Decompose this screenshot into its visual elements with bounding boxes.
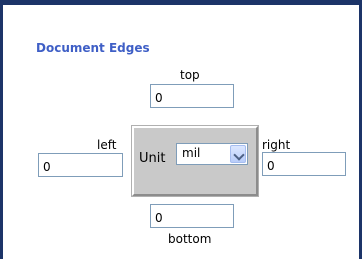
dropdown-button[interactable]: [230, 145, 246, 163]
unit-select[interactable]: mil: [176, 143, 248, 165]
right-label: right: [262, 138, 291, 152]
left-label: left: [97, 138, 117, 152]
left-field[interactable]: [38, 153, 123, 177]
top-label: top: [180, 68, 200, 82]
unit-label: Unit: [139, 151, 166, 166]
chevron-down-icon: [233, 149, 245, 161]
top-field[interactable]: [150, 84, 234, 108]
right-field[interactable]: [262, 152, 346, 176]
bottom-field[interactable]: [150, 204, 234, 228]
unit-select-value: mil: [182, 146, 201, 160]
bottom-label: bottom: [168, 232, 212, 246]
unit-panel: Unit mil: [132, 126, 258, 196]
section-title: Document Edges: [36, 41, 150, 55]
document-edges-panel: Document Edges top left Unit mil right b…: [0, 0, 362, 259]
